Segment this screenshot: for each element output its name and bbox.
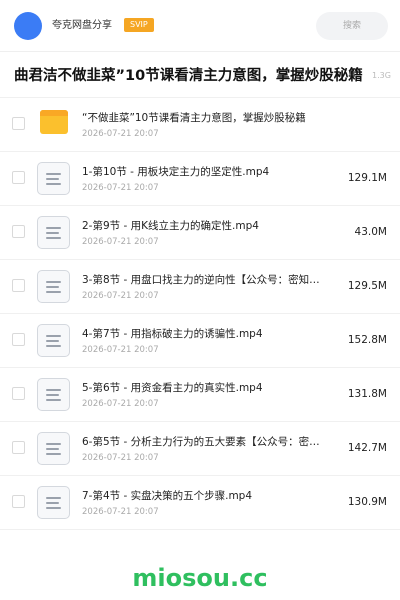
- video-file-icon: [37, 432, 70, 465]
- select-checkbox[interactable]: [12, 171, 25, 184]
- file-row[interactable]: 4-第7节 - 用指标破主力的诱骗性.mp4 2026-07-21 20:07 15…: [0, 314, 400, 368]
- file-size: 152.8M: [347, 334, 387, 346]
- file-size: 130.9M: [347, 496, 387, 508]
- file-name[interactable]: 7-第4节 - 实盘决策的五个步骤.mp4: [82, 489, 330, 503]
- file-name[interactable]: 6-第5节 - 分析主力行为的五大要素【公众号：密…: [82, 435, 330, 449]
- file-date: 2026-07-21 20:07: [82, 453, 159, 463]
- file-date: 2026-07-21 20:07: [82, 291, 159, 301]
- file-size: 142.7M: [347, 442, 387, 454]
- svip-badge: SVIP: [124, 18, 154, 32]
- video-file-icon: [37, 378, 70, 411]
- file-date: 2026-07-21 20:07: [82, 129, 159, 139]
- file-row[interactable]: 1-第10节 - 用板块定主力的坚定性.mp4 2026-07-21 20:07 1…: [0, 152, 400, 206]
- file-row[interactable]: 6-第5节 - 分析主力行为的五大要素【公众号：密… 2026-07-21 20:…: [0, 422, 400, 476]
- file-list: “不做韭菜”10节课看清主力意图，掌握炒股秘籍 2026-07-21 20:07 1…: [0, 98, 400, 530]
- total-size: 1.3G: [372, 71, 391, 80]
- select-checkbox[interactable]: [12, 333, 25, 346]
- watermark-logo: miosou.cc: [132, 564, 268, 592]
- select-checkbox[interactable]: [12, 441, 25, 454]
- file-name[interactable]: 3-第8节 - 用盘口找主力的逆向性【公众号：密知…: [82, 273, 330, 287]
- file-size: 129.5M: [347, 280, 387, 292]
- select-checkbox[interactable]: [12, 225, 25, 238]
- file-size: 43.0M: [354, 226, 387, 238]
- file-date: 2026-07-21 20:07: [82, 399, 159, 409]
- top-bar: 夸克网盘分享 SVIP 搜索: [0, 0, 400, 52]
- file-name[interactable]: 4-第7节 - 用指标破主力的诱骗性.mp4: [82, 327, 330, 341]
- video-file-icon: [37, 162, 70, 195]
- folder-icon: [40, 110, 68, 134]
- file-row[interactable]: 2-第9节 - 用K线立主力的确定性.mp4 2026-07-21 20:07 43…: [0, 206, 400, 260]
- file-size: 129.1M: [347, 172, 387, 184]
- video-file-icon: [37, 486, 70, 519]
- share-title-bar: 曲君洁不做韭菜”10节课看清主力意图，掌握炒股秘籍 1.3G: [0, 52, 400, 98]
- file-row[interactable]: 5-第6节 - 用资金看主力的真实性.mp4 2026-07-21 20:07 13…: [0, 368, 400, 422]
- site-name: 夸克网盘分享: [52, 20, 112, 31]
- search-input[interactable]: 搜索: [316, 12, 388, 40]
- video-file-icon: [37, 324, 70, 357]
- video-file-icon: [37, 270, 70, 303]
- file-row[interactable]: 7-第4节 - 实盘决策的五个步骤.mp4 2026-07-21 20:07 130…: [0, 476, 400, 530]
- file-size: 131.8M: [347, 388, 387, 400]
- file-name[interactable]: 1-第10节 - 用板块定主力的坚定性.mp4: [82, 165, 330, 179]
- select-checkbox[interactable]: [12, 279, 25, 292]
- folder-row[interactable]: “不做韭菜”10节课看清主力意图，掌握炒股秘籍 2026-07-21 20:07: [0, 98, 400, 152]
- file-name[interactable]: “不做韭菜”10节课看清主力意图，掌握炒股秘籍: [82, 111, 330, 125]
- page-title: 曲君洁不做韭菜”10节课看清主力意图，掌握炒股秘籍: [14, 68, 363, 84]
- file-name[interactable]: 5-第6节 - 用资金看主力的真实性.mp4: [82, 381, 330, 395]
- select-checkbox[interactable]: [12, 387, 25, 400]
- file-row[interactable]: 3-第8节 - 用盘口找主力的逆向性【公众号：密知… 2026-07-21 20:…: [0, 260, 400, 314]
- file-date: 2026-07-21 20:07: [82, 345, 159, 355]
- file-date: 2026-07-21 20:07: [82, 183, 159, 193]
- file-date: 2026-07-21 20:07: [82, 507, 159, 517]
- file-name[interactable]: 2-第9节 - 用K线立主力的确定性.mp4: [82, 219, 330, 233]
- select-checkbox[interactable]: [12, 117, 25, 130]
- file-date: 2026-07-21 20:07: [82, 237, 159, 247]
- avatar[interactable]: [14, 12, 42, 40]
- video-file-icon: [37, 216, 70, 249]
- select-checkbox[interactable]: [12, 495, 25, 508]
